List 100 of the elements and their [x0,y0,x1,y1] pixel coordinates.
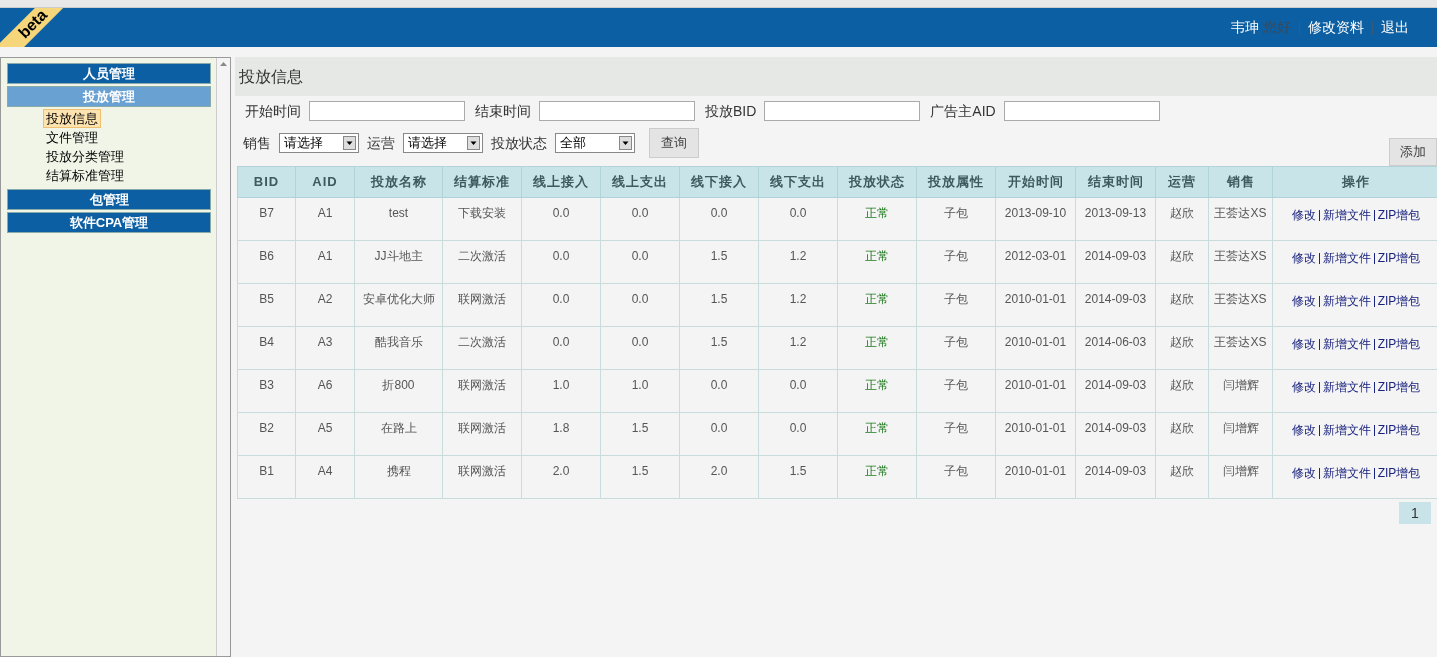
scrollbar[interactable] [216,58,230,656]
table-cell: 0.0 [758,369,838,413]
table-cell: 子包 [916,412,996,456]
table-cell: 子包 [916,369,996,413]
status-cell: 正常 [837,283,917,327]
add-button[interactable]: 添加 [1389,138,1437,166]
action-link[interactable]: 修改 [1291,378,1316,396]
action-link[interactable]: 修改 [1291,292,1316,310]
sidebar-item[interactable]: 投放分类管理 [43,147,127,166]
filter-label: 投放BID [705,101,757,121]
greeting-text: 您好 [1263,18,1291,37]
action-link[interactable]: 修改 [1291,206,1316,224]
status-cell: 正常 [837,455,917,499]
filter-input[interactable] [539,101,695,121]
table-cell: 子包 [916,455,996,499]
select-field[interactable]: 请选择 [279,133,359,153]
table-cell: 闫增辉 [1208,455,1273,499]
sidebar-item[interactable]: 结算标准管理 [43,166,127,185]
action-link[interactable]: 新增文件 [1322,335,1371,353]
action-link[interactable]: 新增文件 [1322,464,1371,482]
table-cell: 0.0 [600,326,680,370]
table-cell: 2013-09-10 [995,197,1076,241]
table-cell: 2.0 [679,455,759,499]
action-link[interactable]: ZIP增包 [1377,206,1421,224]
action-link[interactable]: 修改 [1291,464,1316,482]
action-link[interactable]: 新增文件 [1322,292,1371,310]
column-header: 线上支出 [600,166,680,198]
action-link[interactable]: ZIP增包 [1377,335,1421,353]
table-cell: B5 [237,283,296,327]
table-cell: 联网激活 [442,283,522,327]
table-cell: 2014-06-03 [1075,326,1156,370]
table-cell: 1.2 [758,326,838,370]
query-button[interactable]: 查询 [649,128,699,158]
column-header: 结束时间 [1075,166,1156,198]
page-title: 投放信息 [239,66,303,87]
table-cell: 2012-03-01 [995,240,1076,284]
table-cell: 2010-01-01 [995,369,1076,413]
header-link[interactable]: 修改资料 [1308,17,1364,38]
column-header: 操作 [1272,166,1437,198]
action-link[interactable]: ZIP增包 [1377,464,1421,482]
column-header: BID [237,166,296,198]
action-link[interactable]: ZIP增包 [1377,421,1421,439]
sidebar-group-header[interactable]: 包管理 [7,189,211,210]
sidebar-group-header[interactable]: 人员管理 [7,63,211,84]
sidebar-group-header[interactable]: 软件CPA管理 [7,212,211,233]
page-button[interactable]: 1 [1399,502,1431,524]
action-link[interactable]: ZIP增包 [1377,292,1421,310]
table-cell: 0.0 [600,197,680,241]
filter-input[interactable] [764,101,921,121]
table-cell: 2010-01-01 [995,326,1076,370]
table-cell: A1 [295,240,355,284]
action-link[interactable]: ZIP增包 [1377,249,1421,267]
action-link[interactable]: 修改 [1291,249,1316,267]
table-cell: 王荟达XS [1208,326,1273,370]
filter-input[interactable] [309,101,465,121]
table-cell: B7 [237,197,296,241]
table-cell: 2014-09-03 [1075,455,1156,499]
column-header: 线下支出 [758,166,838,198]
action-link[interactable]: 新增文件 [1322,378,1371,396]
status-cell: 正常 [837,369,917,413]
select-field[interactable]: 全部 [555,133,635,153]
filter-label: 开始时间 [245,101,301,121]
table-cell: 赵欣 [1155,197,1209,241]
scroll-up-icon[interactable] [220,62,227,66]
table-cell: 0.0 [758,197,838,241]
table-cell: 0.0 [679,412,759,456]
filter-label: 结束时间 [475,101,531,121]
sidebar-item[interactable]: 投放信息 [43,109,101,128]
action-link[interactable]: 新增文件 [1322,249,1371,267]
table-cell: 0.0 [521,240,601,284]
table-cell: 闫增辉 [1208,369,1273,413]
header-link[interactable]: 退出 [1381,17,1409,38]
table-cell: A6 [295,369,355,413]
column-header: 销售 [1208,166,1273,198]
table-cell: B1 [237,455,296,499]
table-cell: A1 [295,197,355,241]
column-header: 运营 [1155,166,1209,198]
status-cell: 正常 [837,326,917,370]
table-cell: 2014-09-03 [1075,240,1156,284]
select-field[interactable]: 请选择 [403,133,483,153]
action-link[interactable]: 修改 [1291,335,1316,353]
filter-input[interactable] [1003,101,1160,121]
column-header: 开始时间 [995,166,1076,198]
sidebar-item[interactable]: 文件管理 [43,128,101,147]
filter-label: 广告主AID [930,101,996,121]
action-link[interactable]: 新增文件 [1322,206,1371,224]
table-cell: 0.0 [679,197,759,241]
table-cell: 下载安装 [442,197,522,241]
filter-label: 运营 [367,133,395,153]
table-cell: 2010-01-01 [995,283,1076,327]
table-cell: 赵欣 [1155,369,1209,413]
action-link[interactable]: 修改 [1291,421,1316,439]
action-link[interactable]: ZIP增包 [1377,378,1421,396]
table-cell: 赵欣 [1155,326,1209,370]
table-cell: 1.5 [600,455,680,499]
table-cell: 2013-09-13 [1075,197,1156,241]
table-cell: B3 [237,369,296,413]
table-cell: 闫增辉 [1208,412,1273,456]
table-cell: 1.2 [758,240,838,284]
action-link[interactable]: 新增文件 [1322,421,1371,439]
